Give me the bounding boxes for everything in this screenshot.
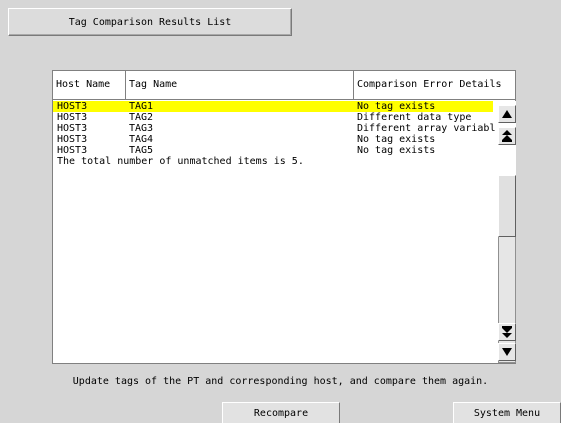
cell-error-details: Different data type [357,112,472,123]
arrow-up-icon [502,110,512,118]
cell-error-details: No tag exists [357,134,436,145]
tab-label: Tag Comparison Results List [68,16,232,28]
tab-tag-comparison-results[interactable]: Tag Comparison Results List [8,8,292,36]
cell-tag-name: TAG2 [129,112,154,123]
results-list: Host Name Tag Name Comparison Error Deta… [52,70,516,364]
column-header-host-name: Host Name [56,79,111,90]
column-header-error-details: Comparison Error Details [357,79,502,90]
scroll-up-button[interactable] [498,105,516,123]
system-menu-button-label: System Menu [473,407,541,419]
system-menu-button[interactable]: System Menu [453,402,561,423]
recompare-button-label: Recompare [253,407,309,419]
cell-host-name: HOST3 [57,134,88,145]
cell-tag-name: TAG1 [129,101,154,112]
vertical-scrollbar[interactable] [496,101,516,363]
result-rows: HOST3 TAG1 No tag exists HOST3 TAG2 Diff… [53,101,502,168]
unmatched-summary: The total number of unmatched items is 5… [57,156,304,167]
cell-host-name: HOST3 [57,112,88,123]
instruction-message: Update tags of the PT and corresponding … [72,376,489,387]
cell-tag-name: TAG4 [129,134,154,145]
double-arrow-down-icon [502,326,512,338]
double-arrow-up-icon [502,130,512,142]
cell-tag-name: TAG5 [129,145,154,156]
cell-host-name: HOST3 [57,145,88,156]
table-row[interactable]: HOST3 TAG3 Different array variable [53,123,502,134]
table-row[interactable]: HOST3 TAG5 No tag exists [53,145,493,156]
scrollbar-thumb[interactable] [498,175,516,237]
page-down-button[interactable] [498,323,516,341]
list-header: Host Name Tag Name Comparison Error Deta… [53,71,515,100]
table-row[interactable]: HOST3 TAG4 No tag exists [53,134,493,145]
cell-error-details: Different array variable [357,123,502,134]
recompare-button[interactable]: Recompare [222,402,340,423]
cell-host-name: HOST3 [57,101,88,112]
cell-tag-name: TAG3 [129,123,154,134]
scroll-down-button[interactable] [498,343,516,361]
page-up-button[interactable] [498,127,516,145]
table-row[interactable]: HOST3 TAG2 Different data type [53,112,493,123]
cell-error-details: No tag exists [357,101,436,112]
cell-error-details: No tag exists [357,145,436,156]
arrow-down-icon [502,348,512,356]
column-header-tag-name: Tag Name [129,79,178,90]
cell-host-name: HOST3 [57,123,88,134]
table-row[interactable]: HOST3 TAG1 No tag exists [53,101,493,112]
